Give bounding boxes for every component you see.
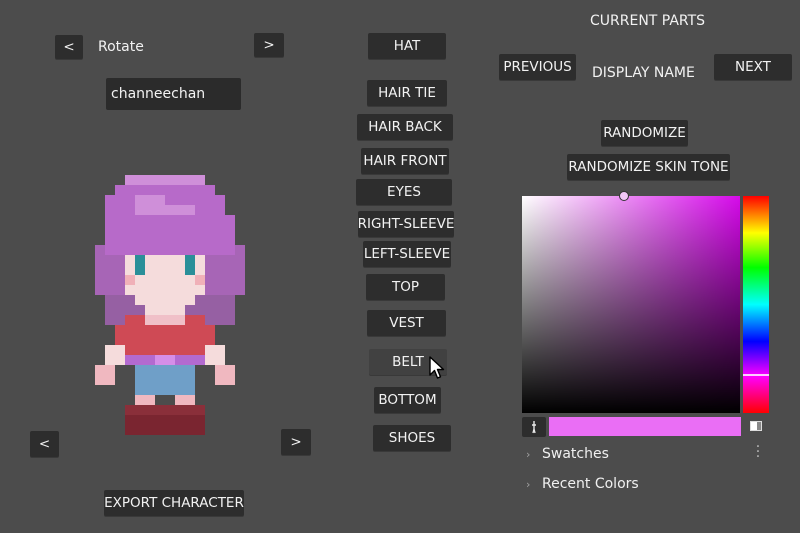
name-input[interactable]: channeechan: [106, 78, 241, 110]
sprite-pixel: [135, 295, 195, 305]
swatches-expander[interactable]: › Swatches: [526, 446, 609, 462]
sprite-pixel: [145, 315, 185, 325]
part-top-button[interactable]: TOP: [366, 274, 445, 300]
mouse-cursor-icon: [429, 356, 445, 379]
part-bottom-button[interactable]: BOTTOM: [374, 387, 441, 413]
character-preview: [95, 175, 245, 435]
part-shoes-button[interactable]: SHOES: [373, 425, 451, 451]
chevron-right-icon: ›: [526, 477, 531, 491]
sprite-pixel: [135, 255, 145, 275]
sprite-pixel: [125, 405, 205, 415]
next-button[interactable]: NEXT: [714, 54, 792, 80]
more-options-icon[interactable]: · · ·: [753, 440, 763, 464]
sprite-pixel: [115, 325, 215, 355]
part-eyes-button[interactable]: EYES: [356, 179, 452, 205]
chevron-right-icon: ›: [526, 447, 531, 461]
randomize-button[interactable]: RANDOMIZE: [601, 120, 688, 146]
sprite-pixel: [185, 255, 195, 275]
hue-slider-marker[interactable]: [743, 374, 769, 376]
recent-colors-expander[interactable]: › Recent Colors: [526, 476, 639, 492]
sv-picker-cursor[interactable]: [619, 191, 629, 201]
recent-colors-label: Recent Colors: [542, 476, 639, 492]
part-hair-front-button[interactable]: HAIR FRONT: [361, 148, 449, 174]
export-character-button[interactable]: EXPORT CHARACTER: [104, 490, 244, 516]
rotate-next-button[interactable]: >: [254, 33, 284, 57]
sprite-pixel: [125, 175, 205, 185]
part-hair-tie-button[interactable]: HAIR TIE: [367, 80, 447, 106]
sprite-pixel: [155, 355, 175, 365]
rotate-prev-button[interactable]: <: [55, 35, 83, 59]
sprite-pixel: [195, 275, 205, 285]
current-color-preview[interactable]: [549, 417, 741, 436]
saturation-value-picker[interactable]: [522, 196, 740, 413]
previous-button[interactable]: PREVIOUS: [499, 54, 576, 80]
sprite-pixel: [115, 185, 215, 195]
sprite-pixel: [95, 365, 115, 385]
part-left-sleeve-button[interactable]: LEFT-SLEEVE: [363, 241, 451, 267]
randomize-skin-tone-button[interactable]: RANDOMIZE SKIN TONE: [567, 154, 730, 180]
part-hat-button[interactable]: HAT: [368, 33, 446, 59]
sprite-pixel: [135, 365, 195, 395]
part-hair-back-button[interactable]: HAIR BACK: [357, 114, 453, 140]
part-right-sleeve-button[interactable]: RIGHT-SLEEVE: [358, 211, 454, 237]
eyedropper-icon: [532, 421, 536, 434]
eyedropper-button[interactable]: [522, 417, 546, 437]
sprite-pixel: [135, 195, 165, 215]
sprite-pixel: [145, 305, 185, 315]
part-vest-button[interactable]: VEST: [367, 310, 446, 336]
hue-slider[interactable]: [743, 196, 769, 413]
display-name-label: DISPLAY NAME: [592, 65, 695, 81]
preview-prev-button[interactable]: <: [30, 431, 59, 457]
sprite-pixel: [125, 275, 135, 285]
sprite-pixel: [205, 345, 225, 365]
sprite-pixel: [165, 205, 195, 215]
current-parts-heading: CURRENT PARTS: [590, 13, 706, 29]
sprite-pixel: [125, 415, 205, 435]
color-mode-icon[interactable]: [750, 421, 762, 431]
sprite-pixel: [215, 365, 235, 385]
sprite-pixel: [105, 345, 125, 365]
swatches-label: Swatches: [542, 446, 609, 462]
sprite-pixel: [135, 395, 155, 405]
preview-next-button[interactable]: >: [281, 429, 311, 455]
rotate-label: Rotate: [98, 39, 144, 55]
sprite-pixel: [175, 395, 195, 405]
